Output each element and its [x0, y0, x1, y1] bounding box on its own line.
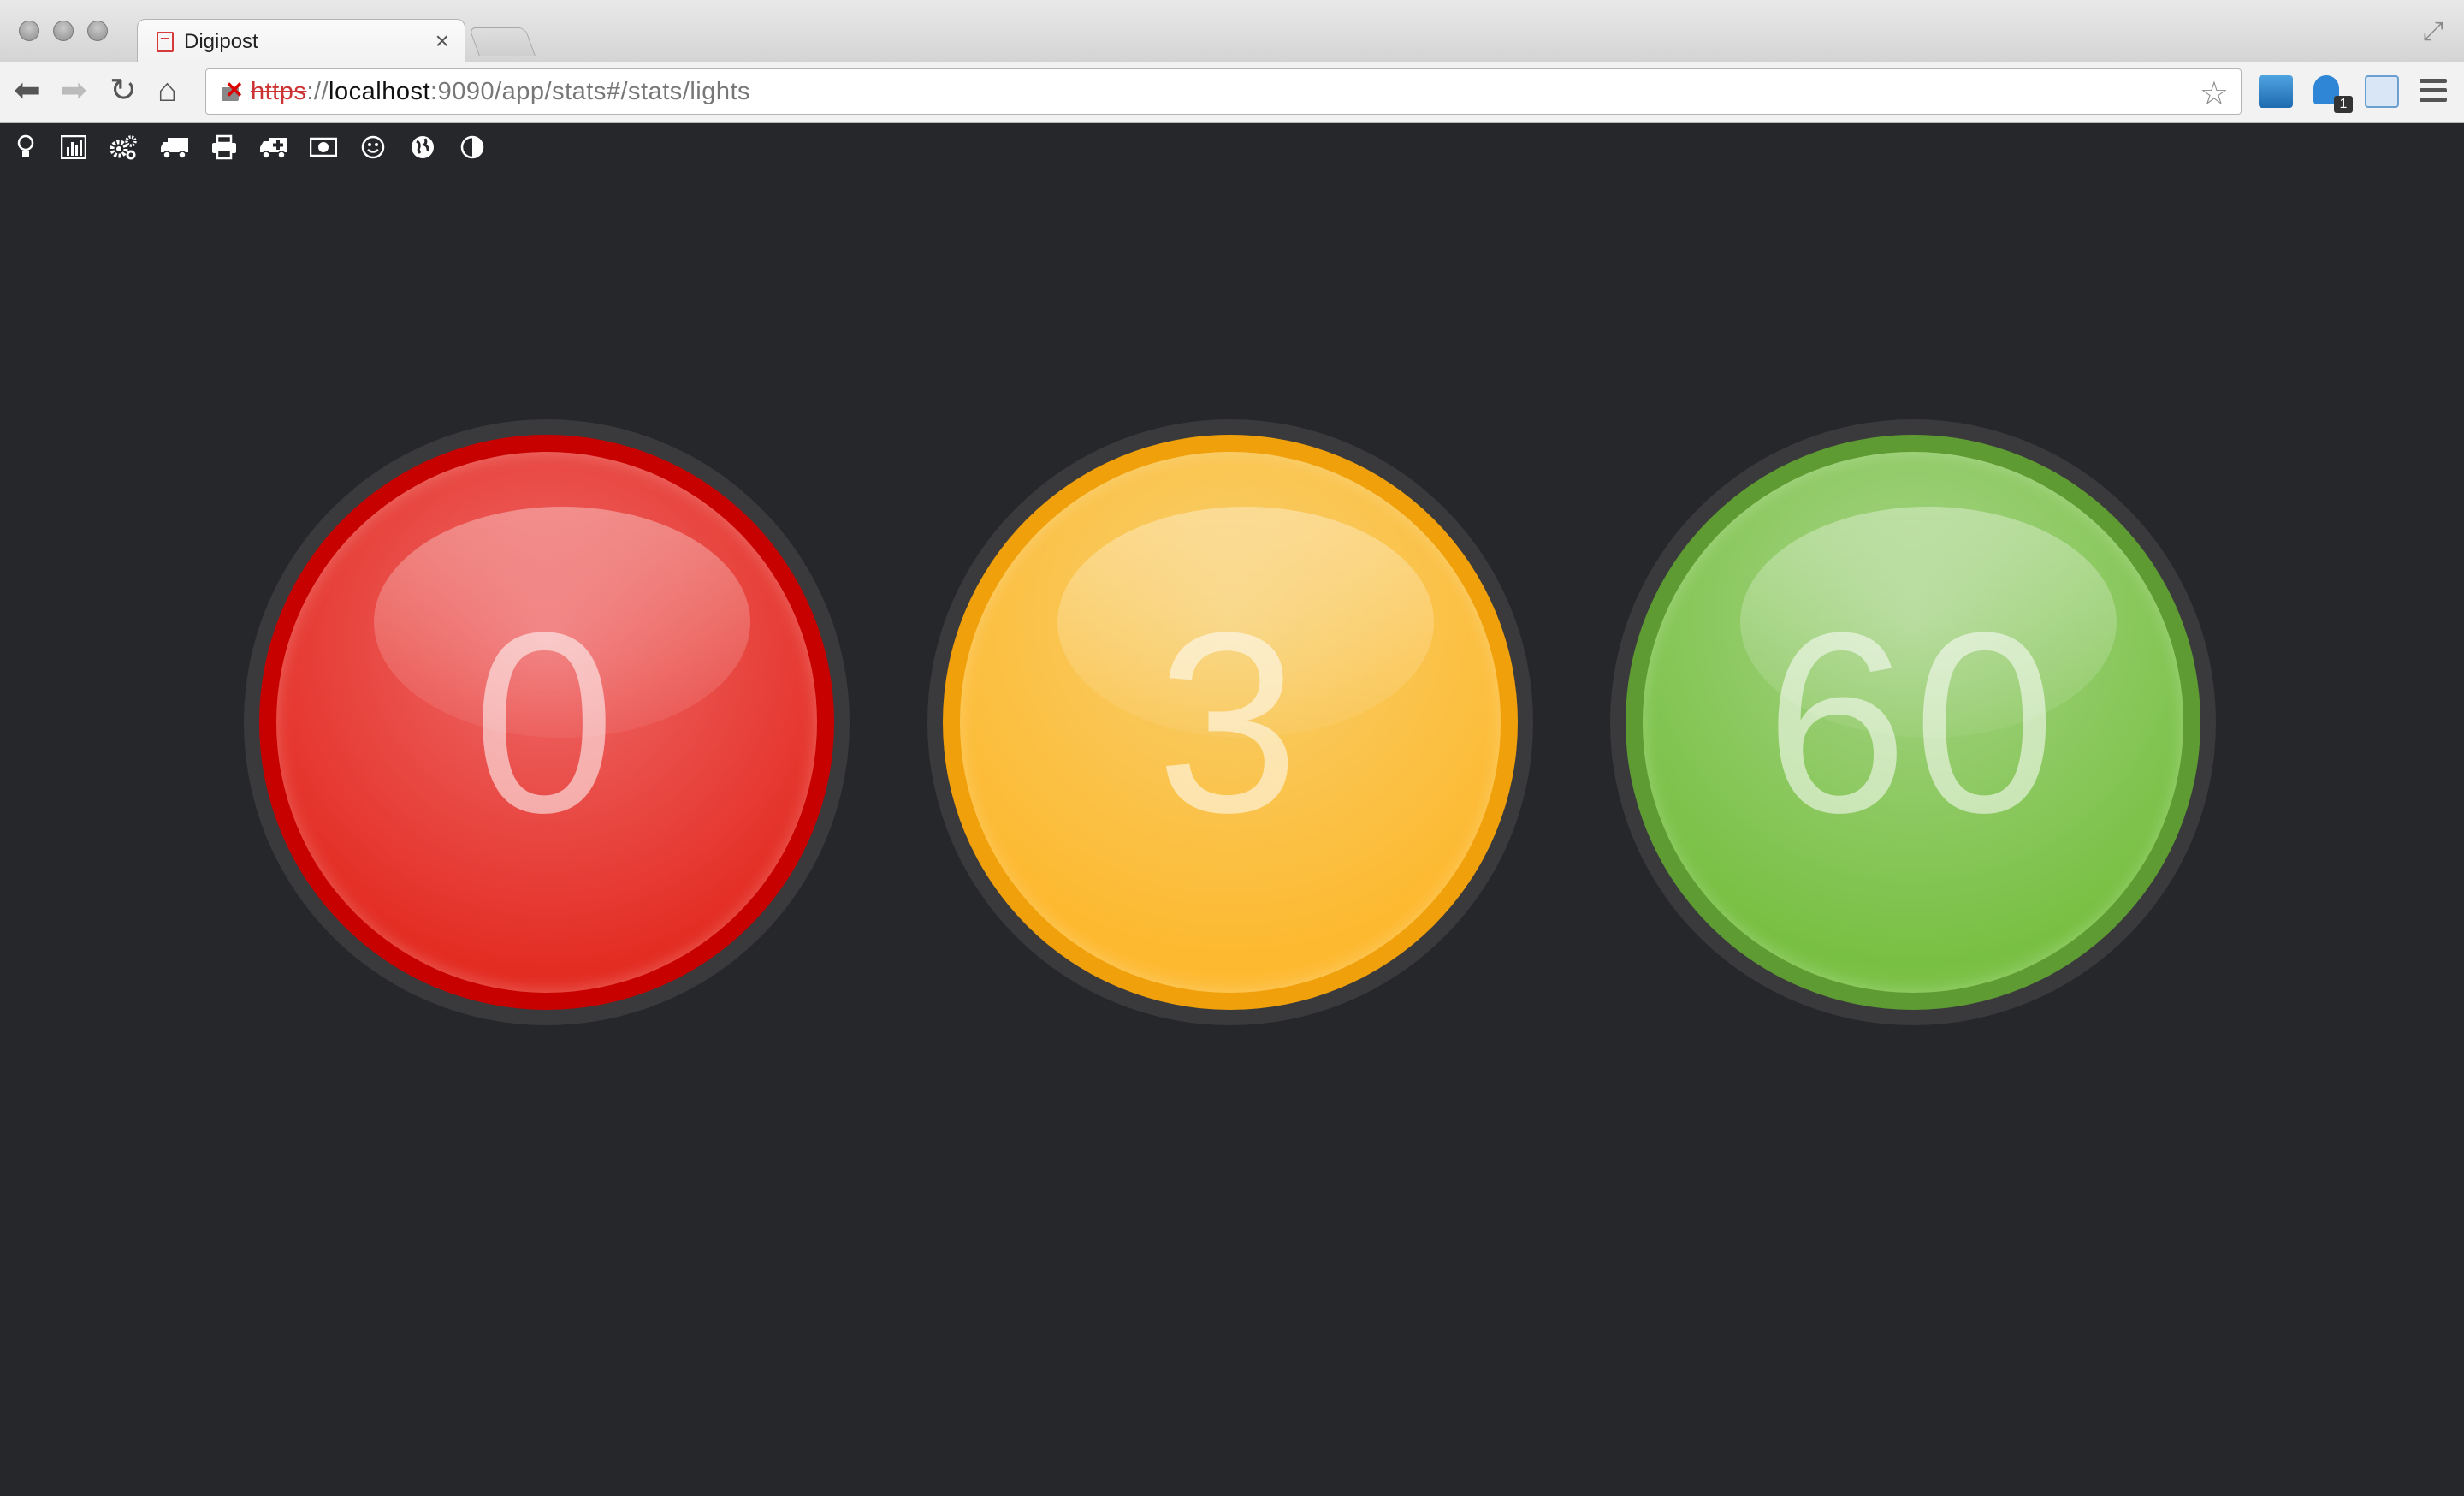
yellow-light-value: 3 [1156, 579, 1305, 866]
zoom-window-button[interactable] [87, 21, 108, 41]
green-light-value: 60 [1765, 579, 2061, 866]
red-light-value: 0 [472, 579, 621, 866]
new-tab-button[interactable] [468, 27, 536, 56]
extension-window-icon[interactable] [2365, 75, 2399, 108]
address-bar[interactable]: ✕ https://localhost:9090/app/stats#/stat… [205, 68, 2242, 115]
back-arrow-icon[interactable]: ⬅ [14, 74, 41, 108]
tab-title: Digipost [184, 29, 258, 53]
green-light-housing: 60 [1610, 419, 2216, 1025]
print-icon[interactable] [209, 132, 240, 163]
red-light: 0 [259, 435, 834, 1010]
forward-arrow-icon[interactable]: ➡ [60, 74, 87, 108]
red-light-housing: 0 [244, 419, 850, 1025]
url-text: https://localhost:9090/app/stats#/stats/… [251, 77, 751, 105]
browser-toolbar: ⬅ ➡ ↻ ⌂ ✕ https://localhost:9090/app/sta… [0, 62, 2464, 123]
browser-menu-icon[interactable] [2420, 79, 2447, 107]
money-icon[interactable] [308, 132, 339, 163]
green-light: 60 [1626, 435, 2200, 1010]
ambulance-icon[interactable] [258, 132, 289, 163]
home-icon[interactable]: ⌂ [157, 74, 177, 108]
extension-image-icon[interactable] [2259, 75, 2293, 108]
minimize-window-button[interactable] [53, 21, 74, 41]
truck-icon[interactable] [159, 132, 190, 163]
smiley-icon[interactable] [358, 132, 388, 163]
browser-tab[interactable]: Digipost × [137, 19, 465, 63]
yellow-light-housing: 3 [927, 419, 1533, 1025]
extension-badge: 1 [2334, 96, 2353, 113]
adjust-icon[interactable] [457, 132, 488, 163]
extension-ghost-icon[interactable]: 1 [2313, 75, 2353, 113]
page-favicon-icon [157, 31, 174, 52]
insecure-lock-icon[interactable]: ✕ [218, 77, 244, 104]
bookmark-star-icon[interactable]: ☆ [2200, 74, 2229, 113]
yellow-light: 3 [943, 435, 1518, 1010]
reload-icon[interactable]: ↻ [110, 74, 137, 108]
gears-icon[interactable] [108, 132, 139, 163]
bar-chart-icon[interactable] [58, 132, 89, 163]
lightbulb-icon[interactable] [10, 132, 41, 163]
tab-close-icon[interactable]: × [435, 28, 449, 54]
browser-titlebar: Digipost × ⤢ [0, 0, 2464, 63]
fullscreen-icon[interactable]: ⤢ [2423, 17, 2443, 46]
globe-icon[interactable] [407, 132, 438, 163]
close-window-button[interactable] [19, 21, 39, 41]
